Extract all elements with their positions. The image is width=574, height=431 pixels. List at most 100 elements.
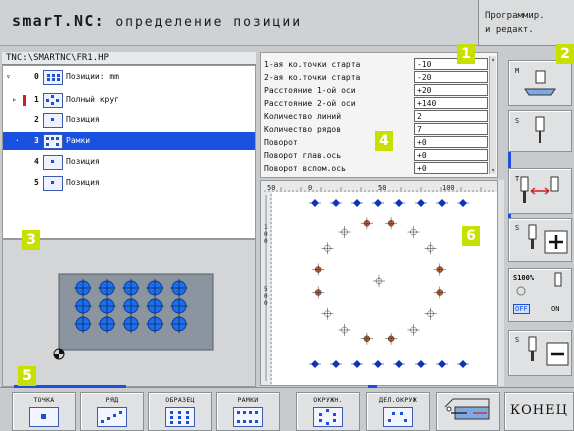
circle-point-cross bbox=[360, 332, 373, 345]
mode-line-2: и редакт. bbox=[485, 25, 534, 35]
start-point-1-input[interactable]: -10 bbox=[414, 58, 488, 70]
form-label: Поворот глав.ось bbox=[264, 151, 342, 160]
row-count-input[interactable]: 7 bbox=[414, 123, 488, 135]
point-icon bbox=[29, 407, 59, 427]
title-main: smarT.NC: bbox=[12, 12, 105, 30]
arc-softkey[interactable]: ДЕЛ.ОКРУЖ bbox=[366, 392, 430, 431]
form-label: 2-ая ко.точки старта bbox=[264, 73, 361, 82]
circle-point-cross bbox=[321, 307, 334, 320]
main-axis-rotation-input[interactable]: +0 bbox=[414, 149, 488, 161]
spindle-key[interactable]: S bbox=[508, 110, 572, 152]
form-row-7: Поворот глав.ось +0 bbox=[264, 149, 492, 163]
sub-axis-rotation-input[interactable]: +0 bbox=[414, 162, 488, 174]
spindle-minus-icon bbox=[528, 336, 569, 366]
tree-num: 0 bbox=[34, 72, 39, 81]
tree-num: 3 bbox=[34, 136, 39, 145]
spindle-icon bbox=[535, 116, 545, 143]
circle-point-cross bbox=[360, 217, 373, 230]
tree-label: Полный круг bbox=[66, 95, 119, 104]
arc-icon bbox=[383, 407, 413, 427]
tree-label: Позиция bbox=[66, 115, 100, 124]
line-count-input[interactable]: 2 bbox=[414, 110, 488, 122]
tree-row-4[interactable]: 4 Позиция bbox=[3, 153, 255, 171]
circle-point-cross bbox=[424, 307, 437, 320]
callout-badge-2: 2 bbox=[556, 44, 574, 64]
tree-row-3[interactable]: · 3 Рамки bbox=[3, 132, 255, 150]
position-icon bbox=[43, 155, 63, 170]
form-label: 1-ая ко.точки старта bbox=[264, 60, 361, 69]
pattern-icon bbox=[43, 70, 63, 85]
ruler-label-2: 0 bbox=[308, 184, 312, 192]
window-title: smarT.NC: определение позиции bbox=[12, 12, 302, 30]
frame-softkey[interactable]: РАМКИ bbox=[216, 392, 280, 431]
title-bar: smarT.NC: определение позиции bbox=[0, 0, 478, 46]
contour-softkey[interactable] bbox=[436, 392, 500, 431]
expander[interactable]: ▹ bbox=[12, 91, 17, 109]
tree-row-0[interactable]: ▿ 0 Позиции: mm bbox=[3, 68, 255, 86]
tool-key[interactable]: T bbox=[508, 168, 572, 214]
tree-row-2[interactable]: 2 Позиция bbox=[3, 111, 255, 129]
machine-icon bbox=[524, 70, 556, 96]
circle-point-cross bbox=[433, 286, 446, 299]
origin-icon bbox=[53, 348, 65, 360]
mode-indicator: Программир. и редакт. bbox=[478, 0, 574, 46]
full-circle-icon bbox=[43, 93, 63, 108]
left-ruler-label: 0 bbox=[264, 231, 268, 238]
form-row-8: Поворот вспом.ось +0 bbox=[264, 162, 492, 176]
frame-icon bbox=[233, 407, 263, 427]
softkey-level-indicator-2 bbox=[368, 385, 377, 388]
spacing-axis-1-input[interactable]: +20 bbox=[414, 84, 488, 96]
m-function-key[interactable]: M bbox=[508, 60, 572, 106]
position-icon bbox=[43, 176, 63, 191]
frame-icon bbox=[43, 134, 63, 149]
ruler-label-3: 50 bbox=[378, 184, 386, 192]
on-toggle[interactable]: ON bbox=[551, 305, 559, 313]
rotation-input[interactable]: +0 bbox=[414, 136, 488, 148]
title-sub: определение позиции bbox=[115, 15, 303, 30]
off-toggle[interactable]: OFF bbox=[513, 304, 530, 314]
graphic-svg: 50 0 50 100 1 0 0 5 0 0 bbox=[261, 181, 497, 385]
tree-label: Рамки bbox=[66, 136, 91, 145]
tool-change-icon bbox=[520, 176, 559, 203]
left-ruler-label: 0 bbox=[264, 238, 268, 245]
parameter-form: 1-ая ко.точки старта -10 2-ая ко.точки с… bbox=[260, 52, 498, 178]
scroll-down-icon[interactable]: ▾ bbox=[490, 167, 496, 174]
callout-badge-3: 3 bbox=[22, 230, 40, 250]
mode-line-1: Программир. bbox=[485, 11, 545, 21]
spindle-plus-key[interactable]: S bbox=[508, 218, 572, 262]
start-point-2-input[interactable]: -20 bbox=[414, 71, 488, 83]
row-icon bbox=[97, 407, 127, 427]
spacing-axis-2-input[interactable]: +140 bbox=[414, 97, 488, 109]
callout-badge-5: 5 bbox=[18, 366, 36, 386]
form-label: Поворот bbox=[264, 138, 298, 147]
pattern-softkey[interactable]: ОБРАЗЕЦ bbox=[148, 392, 212, 431]
left-ruler-label: 1 bbox=[264, 224, 268, 231]
contour-icon bbox=[444, 398, 490, 420]
error-marker bbox=[23, 95, 26, 106]
spindle-minus-key[interactable]: S bbox=[508, 330, 572, 376]
end-softkey[interactable]: КОНЕЦ bbox=[504, 392, 574, 431]
circle-icon bbox=[313, 407, 343, 427]
spindle-override-key[interactable]: S100% OFF ON bbox=[508, 268, 572, 322]
scroll-up-icon[interactable]: ▴ bbox=[490, 56, 496, 63]
circle-point-cross bbox=[373, 275, 385, 287]
callout-badge-1: 1 bbox=[457, 44, 475, 64]
tree-panel: ▿ 0 Позиции: mm ▹ 1 Полный круг 2 Позици… bbox=[2, 65, 256, 239]
form-row-3: Расстояние 2-ой оси +140 bbox=[264, 97, 492, 111]
point-softkey[interactable]: ТОЧКА bbox=[12, 392, 76, 431]
tree-num: 2 bbox=[34, 115, 39, 124]
form-label: Расстояние 2-ой оси bbox=[264, 99, 356, 108]
tree-row-1[interactable]: ▹ 1 Полный круг bbox=[3, 91, 255, 109]
spindle-plus-icon bbox=[528, 224, 568, 254]
circle-point-cross bbox=[312, 263, 325, 276]
circle-softkey[interactable]: ОКРУЖН. bbox=[296, 392, 360, 431]
tree-label: Позиция bbox=[66, 157, 100, 166]
file-path: TNC:\SMARTNC\FR1.HP bbox=[2, 52, 256, 65]
ruler-label-4: 100 bbox=[442, 184, 455, 192]
expander[interactable]: ▿ bbox=[6, 68, 11, 86]
tree-label: Позиции: mm bbox=[66, 72, 119, 81]
tree-row-5[interactable]: 5 Позиция bbox=[3, 174, 255, 192]
form-scrollbar[interactable]: ▴ ▾ bbox=[489, 56, 496, 174]
ruler-label-1: 50 bbox=[267, 184, 275, 192]
row-softkey[interactable]: РЯД bbox=[80, 392, 144, 431]
